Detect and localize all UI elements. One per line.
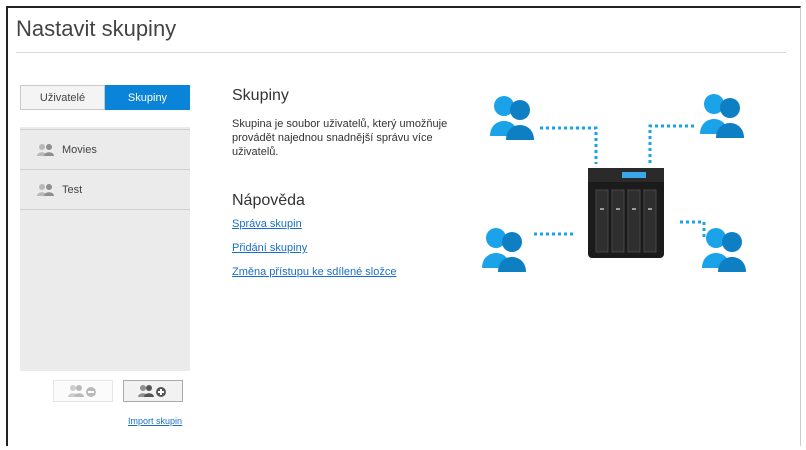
list-item[interactable]: Test [20,170,190,210]
groups-illustration [482,94,746,272]
add-group-button[interactable] [123,380,183,402]
users-icon [490,96,534,140]
section-description: Skupina je soubor uživatelů, který umožň… [232,118,448,158]
tab-groups[interactable]: Skupiny [105,85,190,110]
list-actions [53,380,183,402]
group-icon [37,143,54,156]
list-item-label: Movies [62,143,97,156]
help-title: Nápověda [232,192,305,209]
nas-device-icon [588,168,664,258]
view-toggle: Uživatelé Skupiny [20,85,190,110]
group-icon [37,183,54,196]
help-link-add-group[interactable]: Přidání skupiny [232,242,307,254]
list-item[interactable]: Movies [20,129,190,170]
list-item-label: Test [62,183,83,196]
remove-group-button[interactable] [53,380,113,402]
users-icon [482,228,526,272]
groups-list: Movies Test [20,127,190,371]
help-link-manage-groups[interactable]: Správa skupin [232,218,302,230]
section-title: Skupiny [232,87,289,104]
remove-group-icon [68,385,96,397]
title-divider [16,52,786,53]
help-link-share-access[interactable]: Změna přístupu ke sdílené složce [232,266,396,278]
users-icon [700,94,744,138]
tab-users[interactable]: Uživatelé [20,85,105,110]
import-groups-link[interactable]: Import skupin [128,416,182,426]
users-icon [702,228,746,272]
add-group-icon [138,385,166,397]
page-title: Nastavit skupiny [16,16,177,41]
